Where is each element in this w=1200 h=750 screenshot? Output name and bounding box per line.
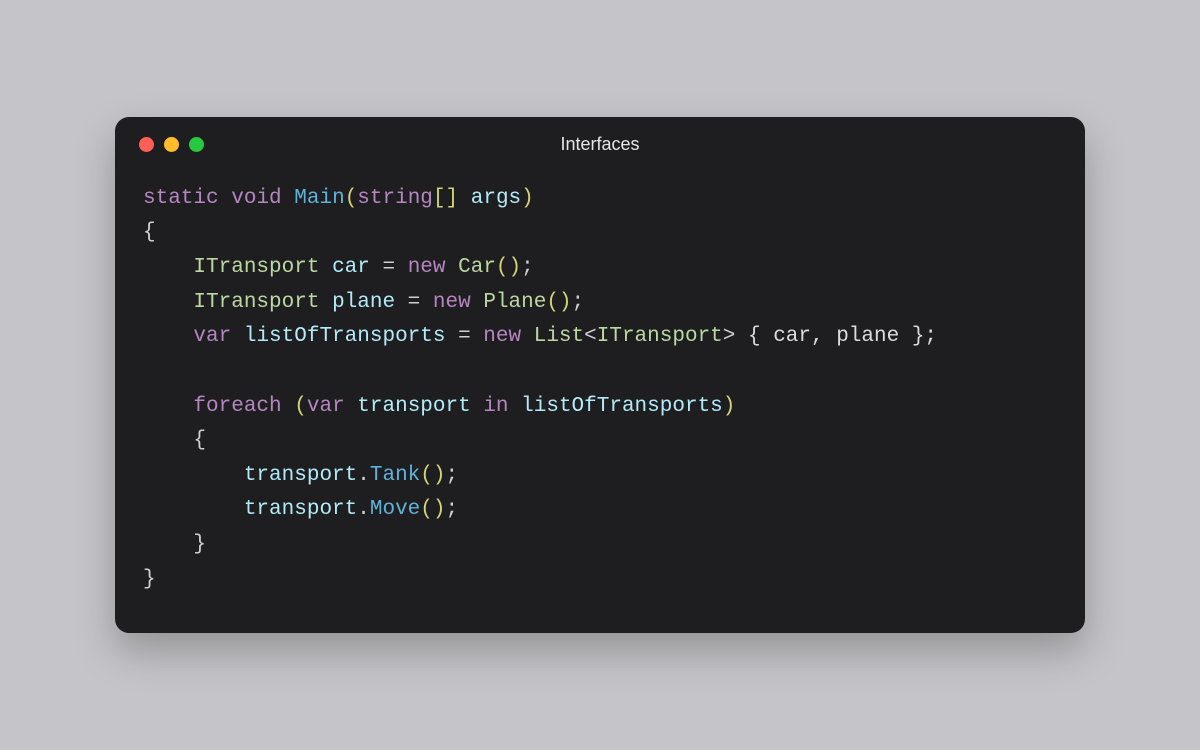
brace-open: { [143,221,156,244]
window-title: Interfaces [115,134,1085,155]
indent [143,256,193,279]
indent [143,429,193,452]
method-main: Main [294,187,344,210]
var-transport: transport [244,464,357,487]
type-car: Car [458,256,496,279]
method-tank: Tank [370,464,420,487]
indent [143,533,193,556]
close-icon[interactable] [139,137,154,152]
indent [143,325,193,348]
keyword-in: in [483,395,508,418]
parens: () [496,256,521,279]
maximize-icon[interactable] [189,137,204,152]
op-assign: = [395,291,433,314]
var-car: car [332,256,370,279]
paren-close: ) [723,395,736,418]
keyword-new: new [433,291,471,314]
var-listoftransports: listOfTransports [244,325,446,348]
op-assign: = [370,256,408,279]
type-itransport: ITransport [193,256,319,279]
traffic-lights [139,137,204,152]
paren-close: ) [521,187,534,210]
angle-close: > [723,325,736,348]
brace-close: } [193,533,206,556]
keyword-new: new [408,256,446,279]
keyword-var: var [307,395,345,418]
op-assign: = [445,325,483,348]
var-transport: transport [244,498,357,521]
minimize-icon[interactable] [164,137,179,152]
var-plane: plane [332,291,395,314]
var-transport: transport [357,395,470,418]
brace-open: { [193,429,206,452]
keyword-void: void [231,187,281,210]
parens: () [420,498,445,521]
keyword-new: new [483,325,521,348]
indent [143,464,244,487]
keyword-static: static [143,187,219,210]
code-block: static void Main(string[] args) { ITrans… [115,164,1085,604]
paren-open: ( [294,395,307,418]
type-string: string [357,187,433,210]
dot: . [357,464,370,487]
semicolon: ; [446,464,459,487]
type-itransport: ITransport [193,291,319,314]
type-list: List [534,325,584,348]
brackets: [] [433,187,458,210]
brace-close: } [143,568,156,591]
parens: () [546,291,571,314]
method-move: Move [370,498,420,521]
semicolon: ; [446,498,459,521]
semicolon: ; [572,291,585,314]
type-itransport: ITransport [597,325,723,348]
keyword-var: var [193,325,231,348]
param-args: args [471,187,521,210]
code-window: Interfaces static void Main(string[] arg… [115,117,1085,634]
indent [143,291,193,314]
angle-open: < [584,325,597,348]
var-listoftransports: listOfTransports [521,395,723,418]
type-plane: Plane [483,291,546,314]
indent [143,395,193,418]
titlebar: Interfaces [115,117,1085,164]
paren-open: ( [345,187,358,210]
dot: . [357,498,370,521]
indent [143,498,244,521]
parens: () [420,464,445,487]
semicolon: ; [521,256,534,279]
keyword-foreach: foreach [193,395,281,418]
space [282,395,295,418]
initializer: { car, plane }; [735,325,937,348]
